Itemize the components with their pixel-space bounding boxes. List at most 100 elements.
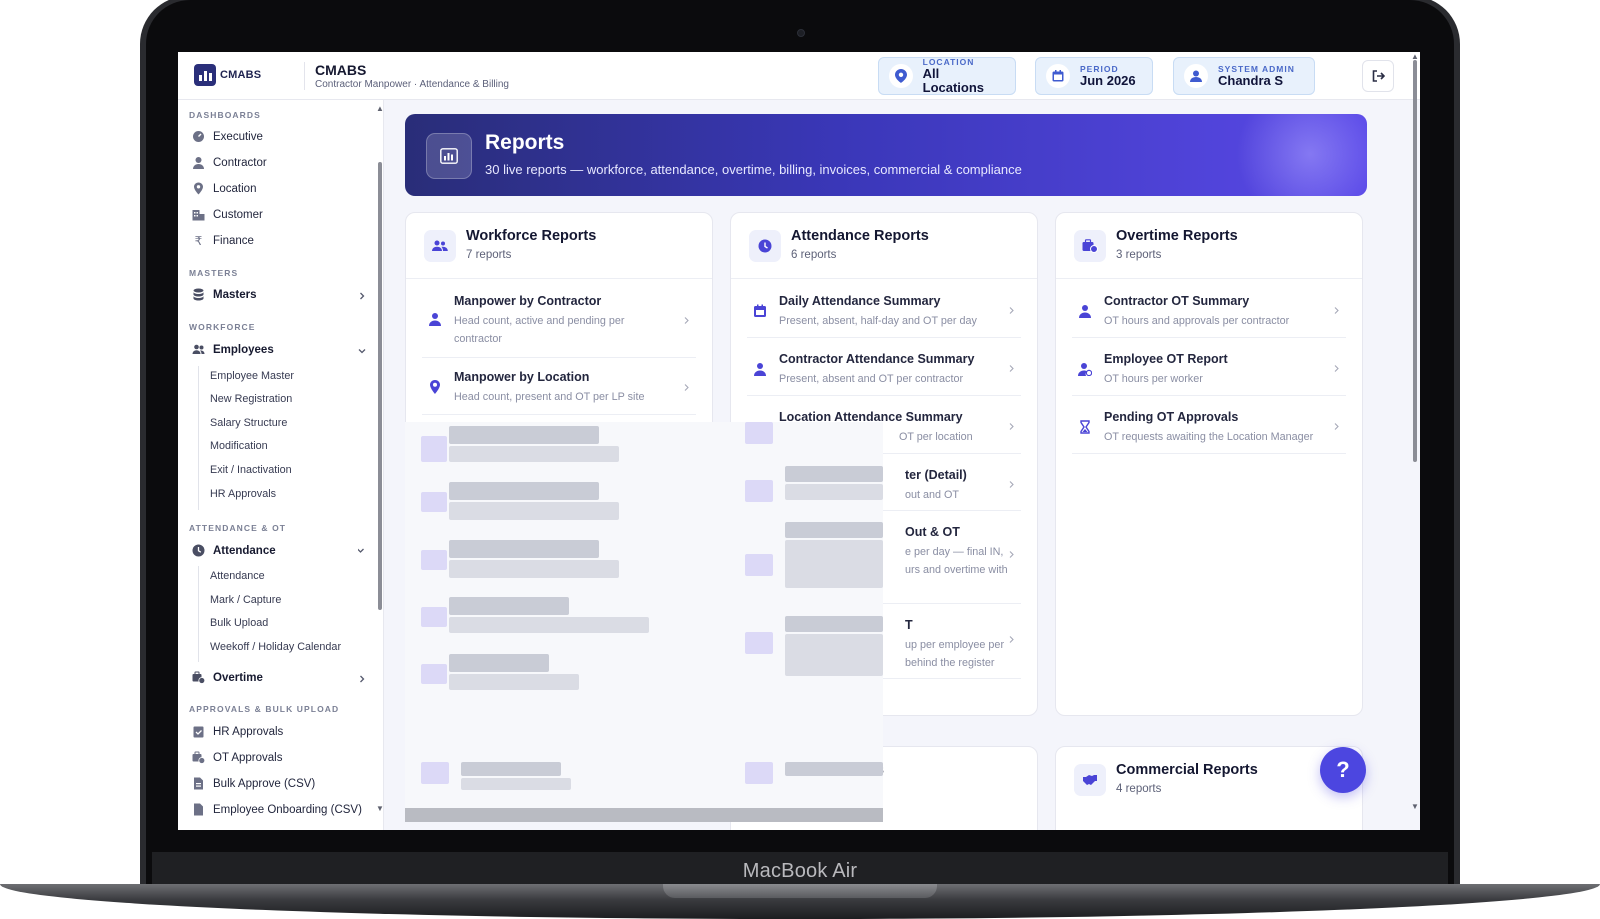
sidebar-item-employees[interactable]: Employees (192, 343, 274, 356)
report-row-manpower-by-location[interactable]: Manpower by Location Head count, present… (422, 358, 696, 415)
chevron-down-icon[interactable] (358, 548, 366, 556)
subnav-modification[interactable]: Modification (210, 440, 268, 452)
user-icon (1079, 305, 1091, 318)
scroll-down-icon[interactable]: ▼ (1411, 802, 1419, 811)
logo-icon (194, 64, 216, 86)
user-clock-icon (1078, 363, 1092, 376)
sidebar-item-ot-approvals[interactable]: OT Approvals (192, 751, 282, 764)
help-button[interactable]: ? (1320, 747, 1366, 793)
sidebar-item-label: Overtime (213, 671, 263, 684)
sidebar-item-label: OT Approvals (213, 751, 283, 764)
page-title: Reports (485, 131, 565, 154)
sidebar-item-label: Masters (213, 288, 257, 301)
user-icon (193, 157, 204, 169)
scroll-up-icon[interactable]: ▲ (1411, 52, 1419, 61)
report-row-employee-ot[interactable]: Employee OT Report OT hours per worker (1072, 338, 1346, 396)
logout-button[interactable] (1362, 60, 1394, 92)
sidebar: ▲ ▼ DASHBOARDS Executive Contractor Loca… (178, 100, 384, 830)
redacted-region (405, 422, 883, 820)
subnav-new-registration[interactable]: New Registration (210, 393, 292, 405)
report-description: OT requests awaiting the Location Manage… (1104, 431, 1314, 443)
sidebar-item-label: Executive (213, 130, 263, 143)
chevron-right-icon (1009, 307, 1014, 314)
report-title: Contractor Attendance Summary (779, 352, 975, 366)
card-count: 3 reports (1116, 249, 1162, 261)
sidebar-item-masters[interactable]: Masters (192, 288, 256, 301)
app-subtitle: Contractor Manpower · Attendance & Billi… (315, 79, 509, 90)
rupee-icon: ₹ (194, 234, 203, 248)
report-title-partial: ter (Detail) (905, 468, 967, 482)
report-description: OT per location (899, 431, 973, 443)
camera-icon (797, 29, 805, 37)
chevron-right-icon[interactable] (358, 292, 366, 300)
sidebar-item-label: Contractor (213, 156, 267, 169)
subnav-attendance[interactable]: Attendance (210, 570, 265, 582)
main-scrollbar[interactable] (1413, 60, 1417, 462)
card-title: Overtime Reports (1116, 228, 1238, 244)
sidebar-item-bulk-approve[interactable]: Bulk Approve (CSV) (192, 777, 315, 790)
section-workforce: WORKFORCE (189, 322, 256, 332)
sidebar-item-overtime[interactable]: Overtime (192, 671, 263, 684)
logo-text: CMABS (220, 69, 262, 81)
report-description-partial: urs and overtime with (905, 564, 1008, 576)
laptop-base-notch (663, 884, 937, 898)
report-row-manpower-by-contractor[interactable]: Manpower by Contractor Head count, activ… (422, 280, 696, 358)
card-header: Overtime Reports 3 reports (1056, 213, 1362, 279)
handshake-icon (1074, 764, 1106, 796)
subnav-weekoff-holiday[interactable]: Weekoff / Holiday Calendar (210, 641, 341, 653)
section-approvals: APPROVALS & BULK UPLOAD (189, 704, 340, 714)
page-subtitle: 30 live reports — workforce, attendance,… (485, 162, 1022, 177)
sidebar-item-contractor[interactable]: Contractor (192, 156, 267, 169)
bar-chart-icon (426, 133, 472, 179)
subnav-hr-approvals[interactable]: HR Approvals (210, 488, 276, 500)
chevron-right-icon[interactable] (358, 675, 366, 683)
section-attendance: ATTENDANCE & OT (189, 523, 287, 533)
sidebar-item-hr-approvals[interactable]: HR Approvals (192, 725, 283, 738)
sidebar-item-attendance[interactable]: Attendance (192, 544, 276, 557)
sidebar-item-customer[interactable]: Customer (192, 208, 263, 221)
sidebar-item-location[interactable]: Location (192, 182, 256, 195)
report-description: Present, absent and OT per contractor (779, 373, 964, 385)
subnav-salary-structure[interactable]: Salary Structure (210, 417, 287, 429)
report-title-partial: T (905, 618, 913, 632)
redacted-bar (405, 808, 883, 822)
brand-logo[interactable]: CMABS (194, 64, 261, 86)
user-menu[interactable]: SYSTEM ADMIN Chandra S (1173, 57, 1315, 95)
clock-icon (192, 544, 205, 557)
report-row-pending-ot-approvals[interactable]: Pending OT Approvals OT requests awaitin… (1072, 396, 1346, 454)
report-row-daily-attendance[interactable]: Daily Attendance Summary Present, absent… (747, 280, 1021, 338)
report-row-contractor-ot-summary[interactable]: Contractor OT Summary OT hours and appro… (1072, 280, 1346, 338)
briefcase-clock-icon (192, 751, 205, 764)
sidebar-item-finance[interactable]: ₹ Finance (192, 234, 254, 248)
briefcase-clock-icon (1074, 230, 1106, 262)
report-title: Employee OT Report (1104, 352, 1228, 366)
section-dashboards: DASHBOARDS (189, 110, 261, 120)
reports-hero-banner: Reports 30 live reports — workforce, att… (405, 114, 1367, 196)
app-title: CMABS (315, 62, 367, 78)
subnav-exit-inactivation[interactable]: Exit / Inactivation (210, 464, 292, 476)
scroll-up-icon[interactable]: ▲ (376, 104, 383, 113)
sidebar-item-label: Location (213, 182, 257, 195)
report-title: Daily Attendance Summary (779, 294, 941, 308)
pin-icon (430, 380, 440, 394)
report-description: Head count, present and OT per LP site (454, 391, 645, 403)
scroll-down-icon[interactable]: ▼ (376, 804, 383, 813)
device-label: MacBook Air (742, 860, 858, 882)
card-header: Attendance Reports 6 reports (731, 213, 1037, 279)
location-selector[interactable]: LOCATION All Locations (878, 57, 1016, 95)
sidebar-item-employee-onboarding[interactable]: Employee Onboarding (CSV) (192, 803, 362, 816)
user-icon (429, 313, 441, 326)
subnav-employee-master[interactable]: Employee Master (210, 370, 294, 382)
chevron-right-icon (1009, 423, 1014, 430)
subnav-mark-capture[interactable]: Mark / Capture (210, 594, 281, 606)
sidebar-scrollbar[interactable] (378, 162, 382, 610)
sidebar-item-executive[interactable]: Executive (192, 130, 263, 143)
report-row-contractor-attendance[interactable]: Contractor Attendance Summary Present, a… (747, 338, 1021, 396)
report-title: Pending OT Approvals (1104, 410, 1239, 424)
period-selector[interactable]: PERIOD Jun 2026 (1035, 57, 1153, 95)
subnav-bulk-upload[interactable]: Bulk Upload (210, 617, 268, 629)
chevron-down-icon[interactable] (358, 347, 366, 355)
period-value: Jun 2026 (1080, 73, 1136, 88)
gauge-icon (193, 131, 204, 142)
hourglass-icon (1080, 420, 1090, 434)
